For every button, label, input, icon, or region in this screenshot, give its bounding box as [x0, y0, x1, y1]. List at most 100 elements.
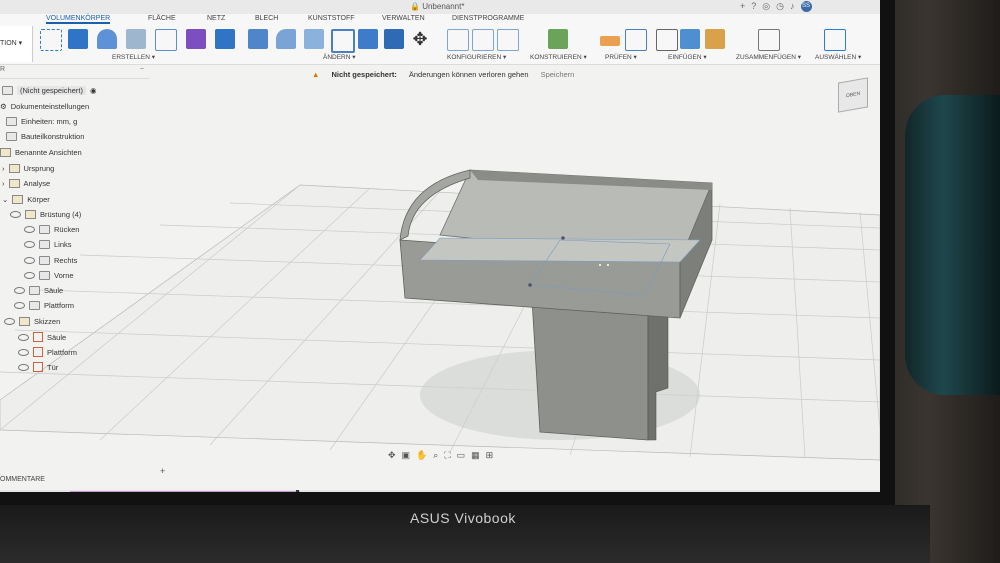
group-aendern[interactable]: ÄNDERN ▾	[323, 53, 356, 61]
joint-icon[interactable]	[758, 29, 780, 51]
tree-item-links[interactable]: Links	[24, 240, 72, 249]
tree-item-analyse[interactable]: › Analyse	[2, 179, 50, 188]
tree-item-saeule[interactable]: Säule	[14, 286, 63, 295]
insert-image-icon[interactable]	[680, 29, 700, 49]
offset-face-icon[interactable]	[384, 29, 404, 49]
view-cube[interactable]: OBEN	[838, 77, 868, 113]
eye-icon[interactable]	[24, 272, 35, 279]
group-auswaehlen[interactable]: AUSWÄHLEN ▾	[815, 53, 861, 61]
select-icon[interactable]	[824, 29, 846, 51]
press-pull-icon[interactable]	[248, 29, 268, 49]
eye-icon[interactable]	[24, 257, 35, 264]
eye-icon[interactable]	[4, 318, 15, 325]
unsaved-notice: ▲ Nicht gespeichert: Änderungen können v…	[312, 70, 574, 79]
help-icon[interactable]: ?	[751, 1, 756, 12]
tree-root[interactable]: (Nicht gespeichert) ◉	[2, 86, 97, 95]
group-pruefen[interactable]: PRÜFEN ▾	[605, 53, 637, 61]
eye-icon[interactable]	[18, 348, 29, 356]
display-settings-icon[interactable]: ▭	[457, 450, 466, 461]
group-erstellen[interactable]: ERSTELLEN ▾	[112, 53, 155, 61]
eye-icon[interactable]	[24, 241, 35, 248]
pillar-body[interactable]	[531, 299, 669, 441]
tab-verwalten[interactable]: VERWALTEN	[382, 15, 425, 22]
group-einfuegen[interactable]: EINFÜGEN ▾	[668, 53, 707, 61]
tree-item-rechts[interactable]: Rechts	[24, 256, 77, 265]
interference-icon[interactable]	[625, 29, 647, 51]
tree-item-ruecken[interactable]: Rücken	[24, 225, 79, 234]
orbit-icon[interactable]: ✥	[388, 450, 396, 461]
box-icon[interactable]	[215, 29, 235, 49]
chamfer-icon[interactable]	[304, 29, 324, 49]
timeline-marker[interactable]	[296, 490, 299, 492]
save-link[interactable]: Speichern	[541, 70, 575, 79]
avatar[interactable]: SS	[800, 1, 812, 12]
document-icon	[6, 117, 17, 126]
tree-item-skizzen[interactable]: Skizzen	[4, 317, 60, 326]
bell-icon[interactable]: ♪	[790, 1, 795, 12]
fillet-icon[interactable]	[276, 29, 296, 49]
tree-item-sketch-plattform[interactable]: Plattform	[18, 347, 77, 357]
eye-icon[interactable]	[24, 226, 35, 233]
tree-item-sketch-saeule[interactable]: Säule	[18, 332, 66, 342]
tree-item-bruestung[interactable]: Brüstung (4)	[10, 210, 81, 219]
eye-icon[interactable]	[10, 211, 21, 218]
radio-icon[interactable]: ◉	[90, 86, 97, 95]
chevron-right-icon[interactable]: ›	[2, 179, 5, 188]
eye-icon[interactable]	[14, 287, 25, 294]
add-comment-button[interactable]: +	[160, 466, 165, 476]
eye-icon[interactable]	[14, 302, 25, 309]
tree-item-plattform[interactable]: Plattform	[14, 301, 74, 310]
tab-volumenkoerper[interactable]: VOLUMENKÖRPER	[46, 15, 111, 24]
comments-panel[interactable]: OMMENTARE	[0, 476, 45, 483]
parameters-icon[interactable]	[447, 29, 469, 51]
tree-item-einheiten[interactable]: Einheiten: mm, g	[6, 117, 77, 126]
globe-icon[interactable]: ◎	[762, 1, 770, 12]
tab-kunststoff[interactable]: KUNSTSTOFF	[308, 15, 355, 22]
eye-icon[interactable]	[18, 363, 29, 371]
tab-blech[interactable]: BLECH	[255, 15, 278, 22]
chevron-right-icon[interactable]: ›	[2, 164, 5, 173]
tree-item-ursprung[interactable]: › Ursprung	[2, 164, 54, 173]
configure-icon[interactable]	[472, 29, 494, 51]
tree-item-sketch-tuer[interactable]: Tür	[18, 362, 58, 372]
tree-item-bauteilkonstruktion[interactable]: Bauteilkonstruktion	[6, 132, 84, 141]
pan-icon[interactable]: ✋	[416, 450, 427, 461]
group-konstruieren[interactable]: KONSTRUIEREN ▾	[530, 53, 587, 61]
platform-body[interactable]	[399, 169, 713, 319]
measure-icon[interactable]	[600, 36, 620, 46]
chevron-down-icon[interactable]: ⌄	[2, 195, 8, 204]
shell-icon[interactable]	[331, 29, 355, 53]
tree-item-vorne[interactable]: Vorne	[24, 271, 74, 280]
tab-netz[interactable]: NETZ	[207, 15, 225, 22]
tab-flaeche[interactable]: FLÄCHE	[148, 15, 176, 22]
tab-dienstprogramme[interactable]: DIENSTPROGRAMME	[452, 15, 524, 22]
eye-icon[interactable]	[18, 333, 29, 341]
look-at-icon[interactable]: ▣	[402, 450, 411, 461]
viewports-icon[interactable]: ⊞	[486, 450, 494, 461]
grid-icon[interactable]: ▦	[471, 450, 480, 461]
group-zusammenfuegen[interactable]: ZUSAMMENFÜGEN ▾	[736, 53, 801, 61]
zoom-icon[interactable]: ⌕	[433, 450, 438, 461]
sweep-icon[interactable]	[126, 29, 146, 49]
revolve-icon[interactable]	[97, 29, 117, 49]
extrude-icon[interactable]	[68, 29, 88, 49]
loft-icon[interactable]	[155, 29, 177, 51]
insert-component-icon[interactable]	[186, 29, 206, 49]
tree-item-dokumenteinstellungen[interactable]: ⚙ Dokumenteinstellungen	[0, 102, 89, 111]
fit-icon[interactable]: ⛶	[444, 450, 450, 461]
move-icon[interactable]: ✥	[410, 29, 430, 49]
tree-item-koerper[interactable]: ⌄ Körper	[2, 195, 50, 204]
construct-plane-icon[interactable]	[548, 29, 568, 49]
collapse-button[interactable]: −	[140, 66, 144, 73]
tree-item-benannte-ansichten[interactable]: Benannte Ansichten	[0, 148, 82, 157]
combine-icon[interactable]	[358, 29, 378, 49]
activity-icon[interactable]: ◷	[776, 1, 784, 12]
group-konfigurieren[interactable]: KONFIGURIEREN ▾	[447, 53, 506, 61]
title-bar: 🔒 Unbenannt* + ? ◎ ◷ ♪ SS	[0, 0, 880, 14]
table-icon[interactable]	[497, 29, 519, 51]
insert-derive-icon[interactable]	[656, 29, 678, 51]
insert-mesh-icon[interactable]	[705, 29, 725, 49]
workspace-switcher[interactable]: TION ▾	[0, 26, 33, 62]
create-sketch-icon[interactable]	[40, 29, 62, 51]
plus-icon[interactable]: +	[740, 1, 745, 12]
